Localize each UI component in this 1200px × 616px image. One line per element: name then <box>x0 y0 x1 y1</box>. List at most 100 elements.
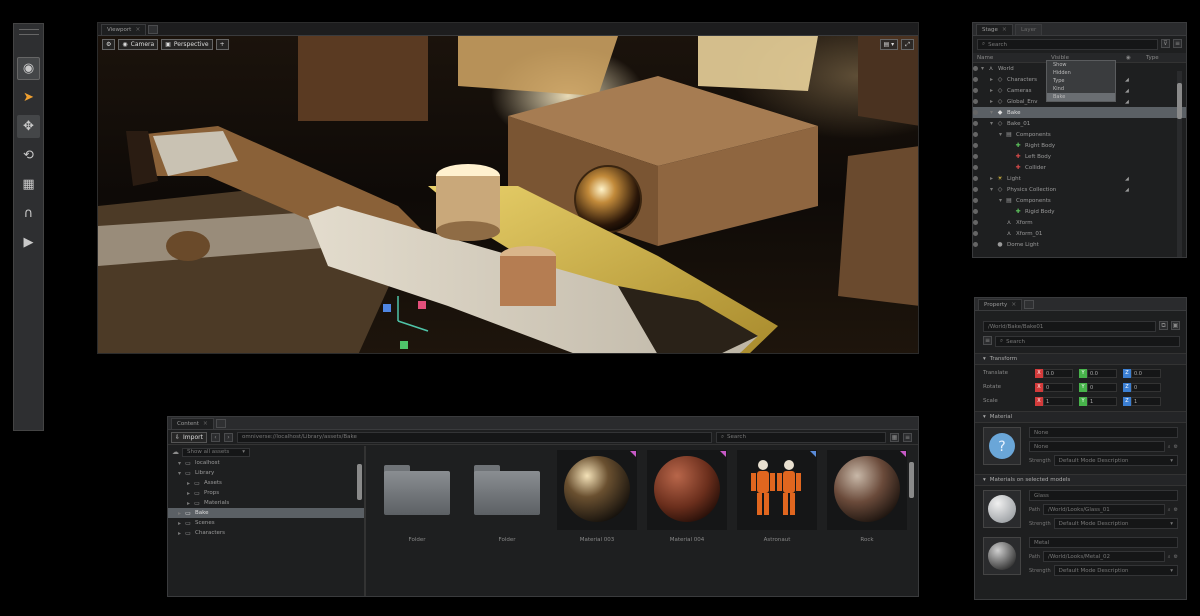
dropdown-option[interactable]: Show <box>1047 61 1115 69</box>
stage-tree-row[interactable]: ▾ ◇ Bake_01 <box>973 118 1186 129</box>
menu-icon[interactable]: ≡ <box>983 336 992 345</box>
material-name-field[interactable]: Glass <box>1029 490 1178 501</box>
stage-scrollbar[interactable] <box>1177 71 1182 257</box>
material-thumbnail[interactable] <box>983 537 1021 575</box>
strength-select[interactable]: Default Mode Description ▾ <box>1053 455 1178 466</box>
stage-tree-row[interactable]: ● Dome Light <box>973 239 1186 250</box>
gear-icon[interactable]: ⚙ <box>1174 444 1178 450</box>
content-tree-scroll-thumb[interactable] <box>357 464 362 500</box>
material-section-header[interactable]: ▾ Material <box>975 411 1186 423</box>
asset-grid-scroll-thumb[interactable] <box>909 462 914 498</box>
asset-grid-scrollbar[interactable] <box>909 462 914 502</box>
visibility-icon[interactable] <box>973 66 978 71</box>
visibility-dropdown[interactable]: Show Hidden Type Kind Bake <box>1046 60 1116 102</box>
property-search-input[interactable]: ⌕ Search <box>995 336 1180 347</box>
snap-magnet-tool-button[interactable]: ∩ <box>17 202 40 225</box>
transform-y-input[interactable]: 0.0 <box>1087 368 1117 378</box>
options-icon[interactable]: ≡ <box>1173 39 1182 48</box>
asset-thumbnail[interactable] <box>647 450 727 530</box>
tab-viewport[interactable]: Viewport × <box>101 23 147 35</box>
gear-icon[interactable]: ⚙ <box>1174 507 1178 513</box>
asset-thumbnail[interactable] <box>827 450 907 530</box>
options-icon[interactable]: ≡ <box>902 432 912 442</box>
render-mode-button[interactable]: ◉ Camera <box>118 39 159 50</box>
asset-card[interactable]: Material 003 <box>557 450 637 594</box>
prim-path-field[interactable]: /World/Bake/Bake01 <box>983 321 1156 332</box>
visibility-icon[interactable] <box>973 176 978 181</box>
search-icon[interactable]: ⌕ <box>1168 507 1171 513</box>
asset-thumbnail[interactable] <box>467 450 547 530</box>
asset-thumbnail[interactable] <box>377 450 457 530</box>
asset-card[interactable]: Folder <box>377 450 457 594</box>
bound-materials-section-header[interactable]: ▾ Materials on selected models <box>975 474 1186 486</box>
transform-x-input[interactable]: 0 <box>1043 382 1073 392</box>
move-tool-button[interactable]: ✥ <box>17 115 40 138</box>
dropdown-option[interactable]: Bake <box>1047 93 1115 101</box>
back-icon[interactable]: ‹ <box>210 432 220 442</box>
expand-button[interactable]: ⤢ <box>901 39 914 50</box>
stage-tree-row[interactable]: ⋏ Xform <box>973 217 1186 228</box>
close-icon[interactable]: × <box>1002 26 1007 33</box>
material-thumbnail[interactable]: ? <box>983 427 1021 465</box>
filter-icon[interactable]: ⊽ <box>1161 39 1170 48</box>
visibility-icon[interactable] <box>973 154 978 159</box>
tab-layer[interactable]: Layer <box>1014 23 1043 35</box>
stage-tree-row[interactable]: ✚ Right Body <box>973 140 1186 151</box>
material-mode-field[interactable]: None <box>1029 441 1165 452</box>
column-type[interactable]: Type <box>1146 55 1159 61</box>
asset-thumbnail[interactable] <box>737 450 817 530</box>
stage-tree-row[interactable]: ✚ Left Body <box>973 151 1186 162</box>
close-icon[interactable]: × <box>203 420 208 427</box>
viewport-render[interactable] <box>98 36 918 353</box>
visibility-icon[interactable] <box>973 132 978 137</box>
visibility-icon[interactable] <box>973 198 978 203</box>
stage-search-input[interactable]: ⌕ Search <box>977 39 1158 50</box>
transform-z-input[interactable]: 1 <box>1131 396 1161 406</box>
strength-select[interactable]: Default Mode Description ▾ <box>1053 565 1178 576</box>
content-search-input[interactable]: ⌕ Search <box>715 431 886 443</box>
grid-view-icon[interactable]: ▦ <box>889 432 899 442</box>
visibility-icon[interactable] <box>973 242 978 247</box>
select-arrow-tool-button[interactable]: ➤ <box>17 86 40 109</box>
link-icon[interactable]: ⧉ <box>1159 321 1168 330</box>
asset-thumbnail[interactable] <box>557 450 637 530</box>
transform-z-input[interactable]: 0 <box>1131 382 1161 392</box>
tab-content[interactable]: Content × <box>171 417 214 429</box>
content-path-field[interactable]: omniverse://localhost/Library/assets/Bak… <box>236 431 712 443</box>
add-tab-button[interactable] <box>215 418 226 428</box>
tab-stage[interactable]: Stage × <box>976 23 1013 35</box>
material-name-field[interactable]: Metal <box>1029 537 1178 548</box>
stage-tree-row[interactable]: ▾ ▤ Components <box>973 195 1186 206</box>
asset-card[interactable]: Folder <box>467 450 547 594</box>
visibility-icon[interactable] <box>973 121 978 126</box>
eye-icon[interactable]: ◢ <box>1125 88 1129 94</box>
asset-card[interactable]: Astronaut <box>737 450 817 594</box>
transform-section-header[interactable]: ▾ Transform <box>975 353 1186 365</box>
close-icon[interactable]: × <box>1011 301 1016 308</box>
column-name[interactable]: Name <box>973 55 1051 61</box>
stage-tree-row[interactable]: ▾ ◆ Bake <box>973 107 1186 118</box>
add-overlay-button[interactable]: + <box>215 39 229 50</box>
search-icon[interactable]: ⌕ <box>1168 444 1171 450</box>
content-tree-row[interactable]: ▸ ▭ Assets <box>168 478 364 488</box>
rotate-tool-button[interactable]: ⟲ <box>17 144 40 167</box>
visibility-icon[interactable] <box>973 99 978 104</box>
omniverse-logo-tool-button[interactable]: ◉ <box>17 57 40 80</box>
material-path-field[interactable]: /World/Looks/Glass_01 <box>1042 504 1165 515</box>
material-name-field[interactable]: None <box>1029 427 1178 438</box>
asset-card[interactable]: Material 004 <box>647 450 727 594</box>
asset-card[interactable]: Rock <box>827 450 907 594</box>
transform-x-input[interactable]: 0.0 <box>1043 368 1073 378</box>
eye-icon[interactable]: ◢ <box>1125 187 1129 193</box>
visibility-icon[interactable] <box>973 110 978 115</box>
content-tree-row[interactable]: ▸ ▭ Bake <box>168 508 364 518</box>
stage-tree-row[interactable]: ▾ ◇ Physics Collection ◢ <box>973 184 1186 195</box>
dropdown-option[interactable]: Hidden <box>1047 69 1115 77</box>
gear-icon[interactable]: ⚙ <box>1174 554 1178 560</box>
visibility-icon[interactable] <box>973 209 978 214</box>
eye-icon[interactable]: ◢ <box>1125 77 1129 83</box>
display-options-button[interactable]: ▤ ▾ <box>879 39 899 50</box>
eye-icon[interactable]: ◢ <box>1125 176 1129 182</box>
content-tree-row[interactable]: ▸ ▭ Scenes <box>168 518 364 528</box>
content-filter-select[interactable]: Show all assets ▾ <box>182 447 250 457</box>
